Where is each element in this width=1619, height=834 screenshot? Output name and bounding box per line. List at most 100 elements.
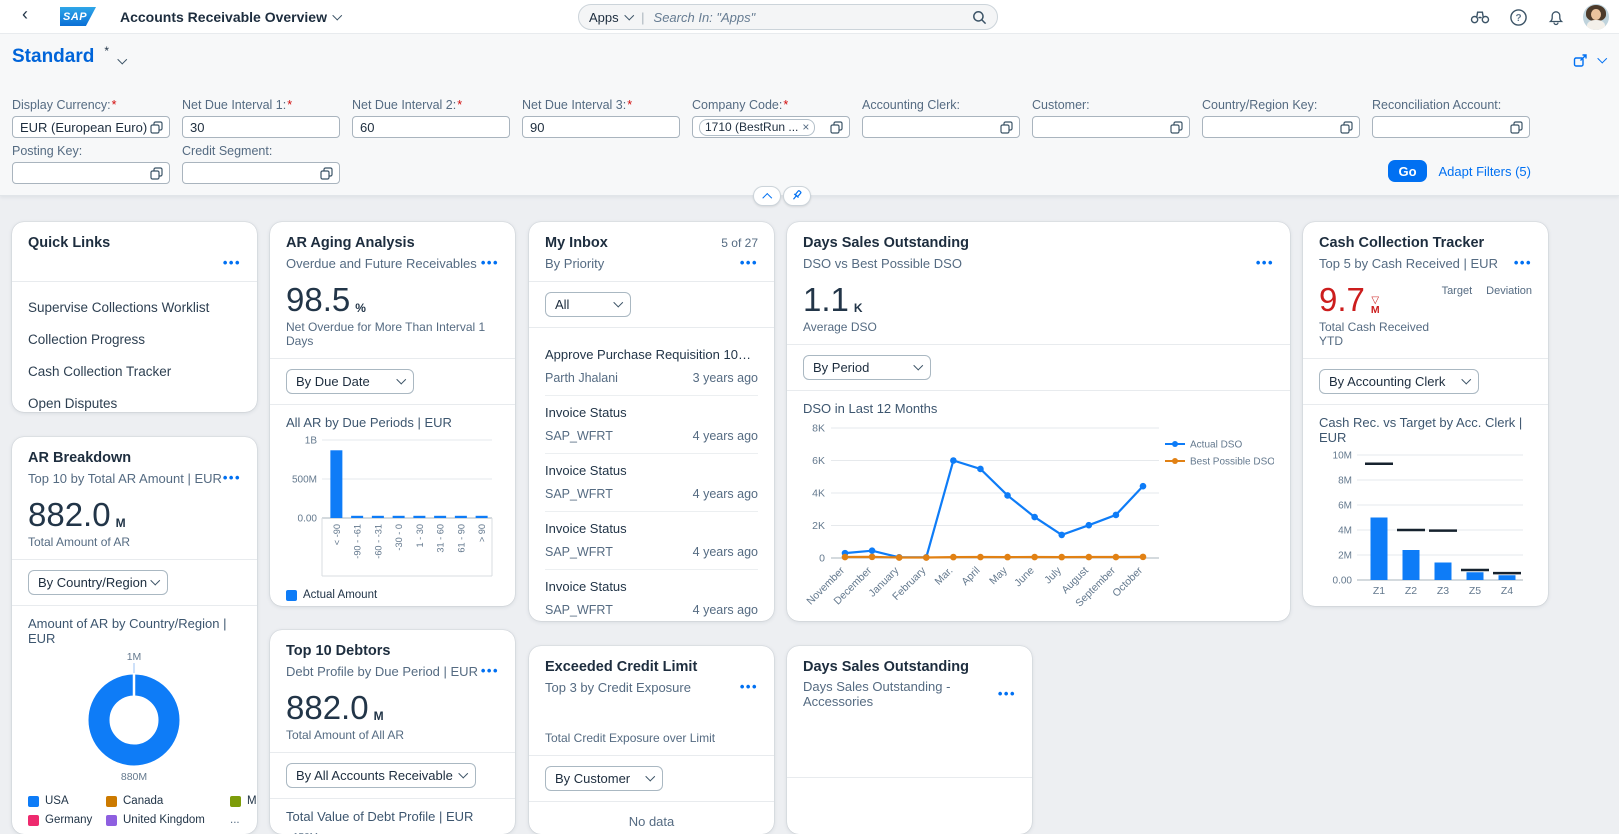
kpi-label: Total Cash Received YTD xyxy=(1319,320,1430,348)
value-help-icon[interactable] xyxy=(1170,120,1183,134)
inbox-item[interactable]: Approve Purchase Requisition 10060085 00… xyxy=(545,338,758,396)
value-help-icon[interactable] xyxy=(1510,120,1523,134)
search-icon[interactable] xyxy=(972,10,987,25)
quick-link[interactable]: Collection Progress xyxy=(28,324,241,356)
overflow-menu-button[interactable]: ••• xyxy=(481,256,499,269)
shell-header: ‹ SAP Accounts Receivable Overview Apps … xyxy=(0,0,1619,34)
filter-input[interactable] xyxy=(862,116,1020,138)
app-title-menu[interactable]: Accounts Receivable Overview xyxy=(120,9,342,25)
collapse-header-button[interactable] xyxy=(753,186,781,206)
svg-text:500M: 500M xyxy=(292,475,317,486)
view-by-select[interactable]: By Accounting Clerk xyxy=(1319,369,1479,394)
overflow-menu-button[interactable]: ••• xyxy=(223,471,241,484)
quick-link[interactable]: Cash Collection Tracker xyxy=(28,356,241,388)
inbox-item-age: 4 years ago xyxy=(692,487,758,501)
card-title: Days Sales Outstanding xyxy=(803,659,969,675)
bar-chart[interactable]: 1B 500M 0.00 < -90 -90 - -61 -60 - -31 -30 - 0… xyxy=(286,432,499,585)
overflow-menu-button[interactable]: ••• xyxy=(1256,256,1274,269)
inbox-item-age: 4 years ago xyxy=(692,429,758,443)
overflow-menu-button[interactable]: ••• xyxy=(1514,256,1532,269)
chevron-down-icon[interactable] xyxy=(1597,53,1607,64)
divider xyxy=(270,752,515,753)
filter-input[interactable] xyxy=(182,162,340,184)
card-days-sales-outstanding: Days Sales Outstanding DSO vs Best Possi… xyxy=(787,222,1290,621)
overflow-menu-button[interactable]: ••• xyxy=(481,664,499,677)
kpi-label: Total Credit Exposure over Limit xyxy=(545,731,716,745)
filter-input[interactable]: 30 xyxy=(182,116,340,138)
filter-input[interactable]: 90 xyxy=(522,116,680,138)
value-help-icon[interactable] xyxy=(150,166,163,180)
inbox-item[interactable]: Invoice Status SAP_WFRT 4 years ago xyxy=(545,396,758,454)
legend-swatch xyxy=(230,795,241,807)
filter-input[interactable] xyxy=(1372,116,1530,138)
help-icon[interactable]: ? xyxy=(1507,6,1529,28)
inbox-item-from: SAP_WFRT xyxy=(545,487,613,501)
search-input[interactable]: Search In: "Apps" xyxy=(654,10,972,25)
sap-logo[interactable]: SAP xyxy=(60,7,96,26)
value-help-icon[interactable] xyxy=(320,166,333,180)
adapt-filters-link[interactable]: Adapt Filters (5) xyxy=(1439,164,1531,179)
share-icon[interactable] xyxy=(1572,52,1589,69)
bar-chart[interactable]: 150M xyxy=(286,826,499,834)
pin-header-button[interactable] xyxy=(783,186,811,206)
filter-input[interactable] xyxy=(12,162,170,184)
avatar[interactable] xyxy=(1583,4,1609,30)
inbox-item-title: Invoice Status xyxy=(545,405,627,420)
view-by-select[interactable]: By Period xyxy=(803,355,931,380)
card-title: Quick Links xyxy=(28,235,111,251)
card-subtitle: By Priority xyxy=(545,255,605,271)
inbox-item[interactable]: Invoice Status SAP_WFRT 4 years ago xyxy=(545,512,758,570)
svg-text:May: May xyxy=(987,564,1010,587)
bell-icon[interactable] xyxy=(1545,6,1567,28)
bar-chart[interactable]: 10M 8M 6M 4M 2M 0.00 Z1 Z2 Z3 Z5 Z4 xyxy=(1319,447,1532,604)
view-by-select[interactable]: By Country/Region xyxy=(28,570,168,595)
view-by-select[interactable]: By Due Date xyxy=(286,369,414,394)
binoculars-icon[interactable] xyxy=(1469,6,1491,28)
legend-item: Actual Amount xyxy=(286,589,377,601)
variant-selector[interactable]: Standard * xyxy=(12,44,127,68)
line-chart[interactable]: 8K 6K 4K 2K 0 November December January February… xyxy=(803,418,1275,621)
overflow-menu-button[interactable]: ••• xyxy=(223,256,241,269)
filter-input[interactable] xyxy=(1202,116,1360,138)
filter-token[interactable]: 1710 (BestRun ... × xyxy=(699,118,816,136)
svg-text:> 90: > 90 xyxy=(477,524,487,542)
filter-input[interactable] xyxy=(1032,116,1190,138)
card-title: AR Aging Analysis xyxy=(286,235,415,251)
divider xyxy=(1303,404,1548,405)
svg-text:0.00: 0.00 xyxy=(1333,576,1353,587)
search-scope-select[interactable]: Apps xyxy=(589,10,634,25)
shell-search[interactable]: Apps | Search In: "Apps" xyxy=(578,4,998,30)
variant-modified-marker: * xyxy=(104,44,110,58)
quick-link[interactable]: Open Disputes xyxy=(28,388,241,412)
donut-chart[interactable]: 1M 880M xyxy=(28,648,241,787)
filter-value: 90 xyxy=(530,119,545,135)
filter-input[interactable]: 60 xyxy=(352,116,510,138)
filter-input[interactable]: 1710 (BestRun ... × xyxy=(692,116,850,138)
card-subtitle: Top 3 by Credit Exposure xyxy=(545,679,691,695)
priority-filter-select[interactable]: All xyxy=(545,292,631,317)
divider xyxy=(529,801,774,802)
svg-text:July: July xyxy=(1042,564,1064,586)
filter-input[interactable]: EUR (European Euro) xyxy=(12,116,170,138)
back-icon[interactable]: ‹ xyxy=(22,4,28,25)
value-help-icon[interactable] xyxy=(1340,120,1353,134)
legend-item: Germany xyxy=(28,814,100,826)
remove-token-icon[interactable]: × xyxy=(802,120,809,134)
value-help-icon[interactable] xyxy=(150,120,163,134)
quick-link[interactable]: Supervise Collections Worklist xyxy=(28,292,241,324)
overflow-menu-button[interactable]: ••• xyxy=(998,687,1016,700)
value-help-icon[interactable] xyxy=(830,120,843,134)
view-by-select[interactable]: By Customer xyxy=(545,766,663,791)
inbox-item[interactable]: Invoice Status SAP_WFRT 4 years ago xyxy=(545,454,758,512)
inbox-item[interactable]: Invoice Status SAP_WFRT 4 years ago xyxy=(545,570,758,621)
svg-text:0: 0 xyxy=(819,553,825,565)
accounts-receivable-overview-page: ‹ SAP Accounts Receivable Overview Apps … xyxy=(0,0,1619,834)
go-button[interactable]: Go xyxy=(1388,160,1427,182)
value-help-icon[interactable] xyxy=(1000,120,1013,134)
view-by-select[interactable]: By All Accounts Receivable xyxy=(286,763,476,788)
filter-field: Net Due Interval 2:* 60 xyxy=(352,98,510,138)
card-top-debtors: Top 10 Debtors Debt Profile by Due Perio… xyxy=(270,630,515,834)
overflow-menu-button[interactable]: ••• xyxy=(740,256,758,269)
filter-label: Reconciliation Account: xyxy=(1372,98,1502,112)
overflow-menu-button[interactable]: ••• xyxy=(740,680,758,693)
